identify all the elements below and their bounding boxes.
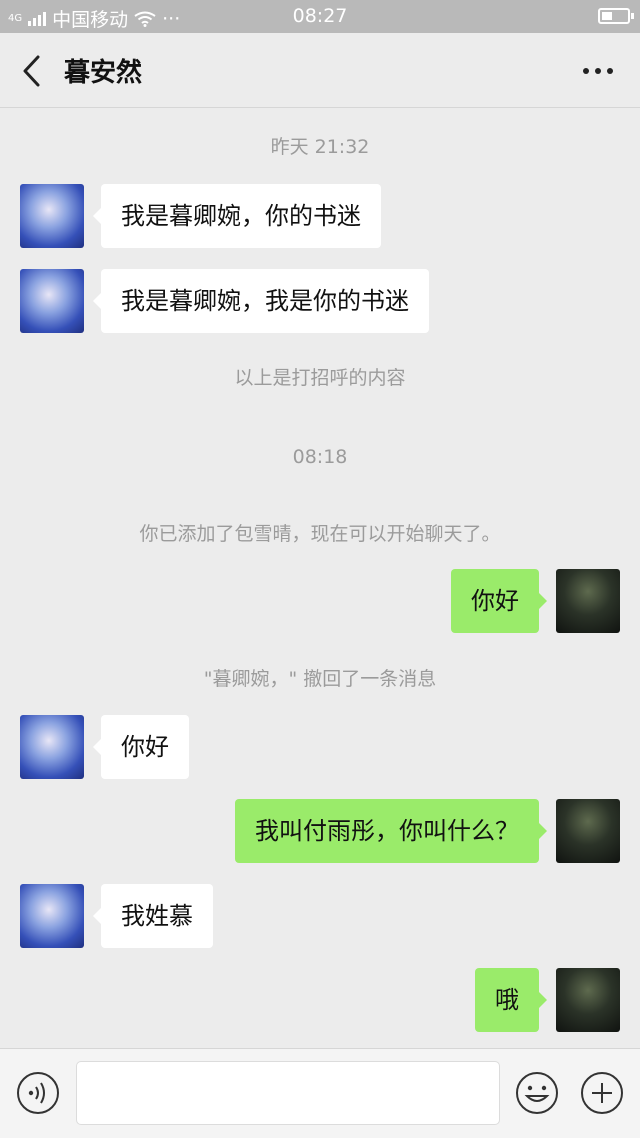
system-message: 08:18 <box>292 446 348 468</box>
voice-icon <box>17 1072 59 1114</box>
emoji-button[interactable] <box>515 1071 559 1115</box>
outgoing-message[interactable]: 我叫付雨彤，你叫什么？ <box>235 799 547 863</box>
input-bar <box>0 1048 640 1138</box>
chevron-left-icon <box>23 55 40 87</box>
emoji-icon <box>516 1072 558 1114</box>
system-message: 你已添加了包雪晴，现在可以开始聊天了。 <box>139 523 501 545</box>
voice-button[interactable] <box>16 1071 60 1115</box>
more-dots-icon <box>583 68 613 74</box>
more-functions-button[interactable] <box>580 1071 624 1115</box>
contact-avatar[interactable] <box>20 715 84 779</box>
my-avatar[interactable] <box>556 569 620 633</box>
incoming-message[interactable]: 我姓慕 <box>93 884 213 948</box>
plus-icon <box>581 1072 623 1114</box>
my-avatar[interactable] <box>556 968 620 1032</box>
chat-title: 暮安然 <box>64 58 143 88</box>
contact-avatar[interactable] <box>20 884 84 948</box>
contact-avatar[interactable] <box>20 269 84 333</box>
my-avatar[interactable] <box>556 799 620 863</box>
battery-icon <box>598 8 634 24</box>
status-time: 08:27 <box>292 5 348 27</box>
system-message: 以上是打招呼的内容 <box>234 367 406 389</box>
message-input[interactable] <box>76 1061 500 1125</box>
contact-avatar[interactable] <box>20 184 84 248</box>
outgoing-message[interactable]: 你好 <box>451 569 547 633</box>
system-message: 昨天 21:32 <box>270 136 370 158</box>
system-message: "暮卿婉，" 撤回了一条消息 <box>203 668 437 690</box>
incoming-message[interactable]: 我是暮卿婉，我是你的书迷 <box>93 269 429 333</box>
incoming-message[interactable]: 你好 <box>93 715 189 779</box>
chat-header: 暮安然 <box>0 33 640 108</box>
more-button[interactable] <box>576 57 620 85</box>
back-button[interactable] <box>16 51 52 91</box>
outgoing-message[interactable]: 哦 <box>475 968 547 1032</box>
message-list[interactable]: 昨天 21:32 我是暮卿婉，你的书迷 我是暮卿婉，我是你的书迷 以上是打招呼的… <box>0 108 640 1048</box>
status-bar: 4G 中国移动 ··· 08:27 <box>0 0 640 33</box>
incoming-message[interactable]: 我是暮卿婉，你的书迷 <box>93 184 381 248</box>
